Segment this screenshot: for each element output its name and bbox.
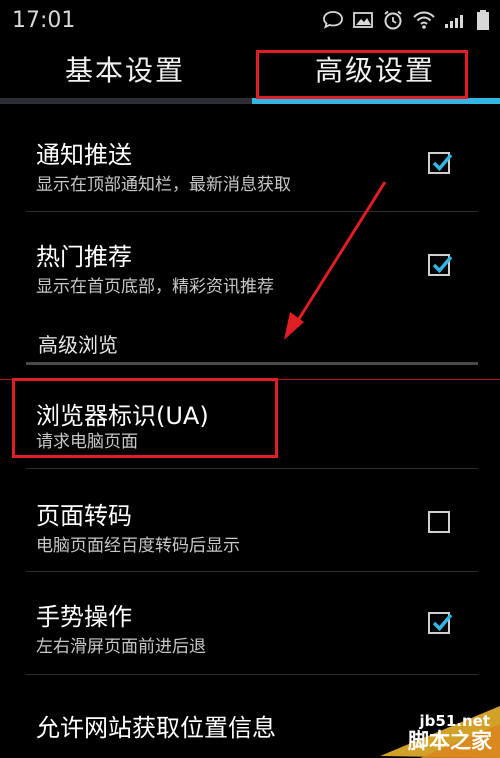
watermark: jb51.net 脚本之家 (350, 666, 500, 758)
tab-advanced-settings[interactable]: 高级设置 (250, 40, 500, 102)
section-header-advanced-browsing: 高级浏览 (38, 333, 118, 357)
setting-title: 热门推荐 (36, 243, 132, 271)
hot-recommend-checkbox[interactable] (428, 254, 453, 276)
setting-subtitle: 左右滑屏页面前进后退 (36, 637, 206, 657)
notify-push-checkbox[interactable] (428, 152, 453, 174)
checkmark-icon (432, 255, 453, 274)
setting-subtitle: 显示在首页底部，精彩资讯推荐 (36, 277, 274, 297)
alarm-icon (384, 10, 402, 30)
setting-title: 浏览器标识(UA) (36, 402, 209, 430)
setting-page-transcode[interactable]: 页面转码 电脑页面经百度转码后显示 (0, 469, 500, 571)
setting-title: 允许网站获取位置信息 (36, 714, 276, 742)
checkmark-icon (432, 153, 453, 172)
checkmark-icon (432, 613, 453, 632)
setting-hot-recommend[interactable]: 热门推荐 显示在首页底部，精彩资讯推荐 (0, 212, 500, 312)
wifi-icon (413, 11, 435, 29)
section-divider (26, 362, 478, 365)
setting-title: 手势操作 (36, 603, 132, 631)
status-time: 17:01 (12, 8, 76, 33)
tab-selected-indicator (252, 98, 500, 104)
signal-icon (445, 15, 463, 28)
status-icons (322, 8, 490, 32)
page-transcode-checkbox[interactable] (428, 511, 450, 533)
image-icon (353, 12, 373, 28)
gesture-checkbox[interactable] (428, 612, 453, 634)
battery-icon (477, 10, 489, 30)
setting-notify-push[interactable]: 通知推送 显示在顶部通知栏，最新消息获取 (0, 106, 500, 212)
setting-browser-ua[interactable]: 浏览器标识(UA) 请求电脑页面 (0, 380, 500, 468)
watermark-name: 脚本之家 (408, 729, 492, 753)
setting-subtitle: 显示在顶部通知栏，最新消息获取 (36, 175, 291, 195)
settings-tabs: 基本设置 高级设置 (0, 40, 500, 106)
status-bar: 17:01 (0, 0, 500, 41)
setting-title: 页面转码 (36, 502, 132, 530)
setting-gesture[interactable]: 手势操作 左右滑屏页面前进后退 (0, 572, 500, 674)
setting-subtitle: 电脑页面经百度转码后显示 (36, 536, 240, 556)
setting-subtitle: 请求电脑页面 (36, 432, 138, 452)
tab-basic-settings[interactable]: 基本设置 (0, 40, 250, 102)
setting-title: 通知推送 (36, 141, 132, 169)
chat-icon (323, 11, 343, 29)
